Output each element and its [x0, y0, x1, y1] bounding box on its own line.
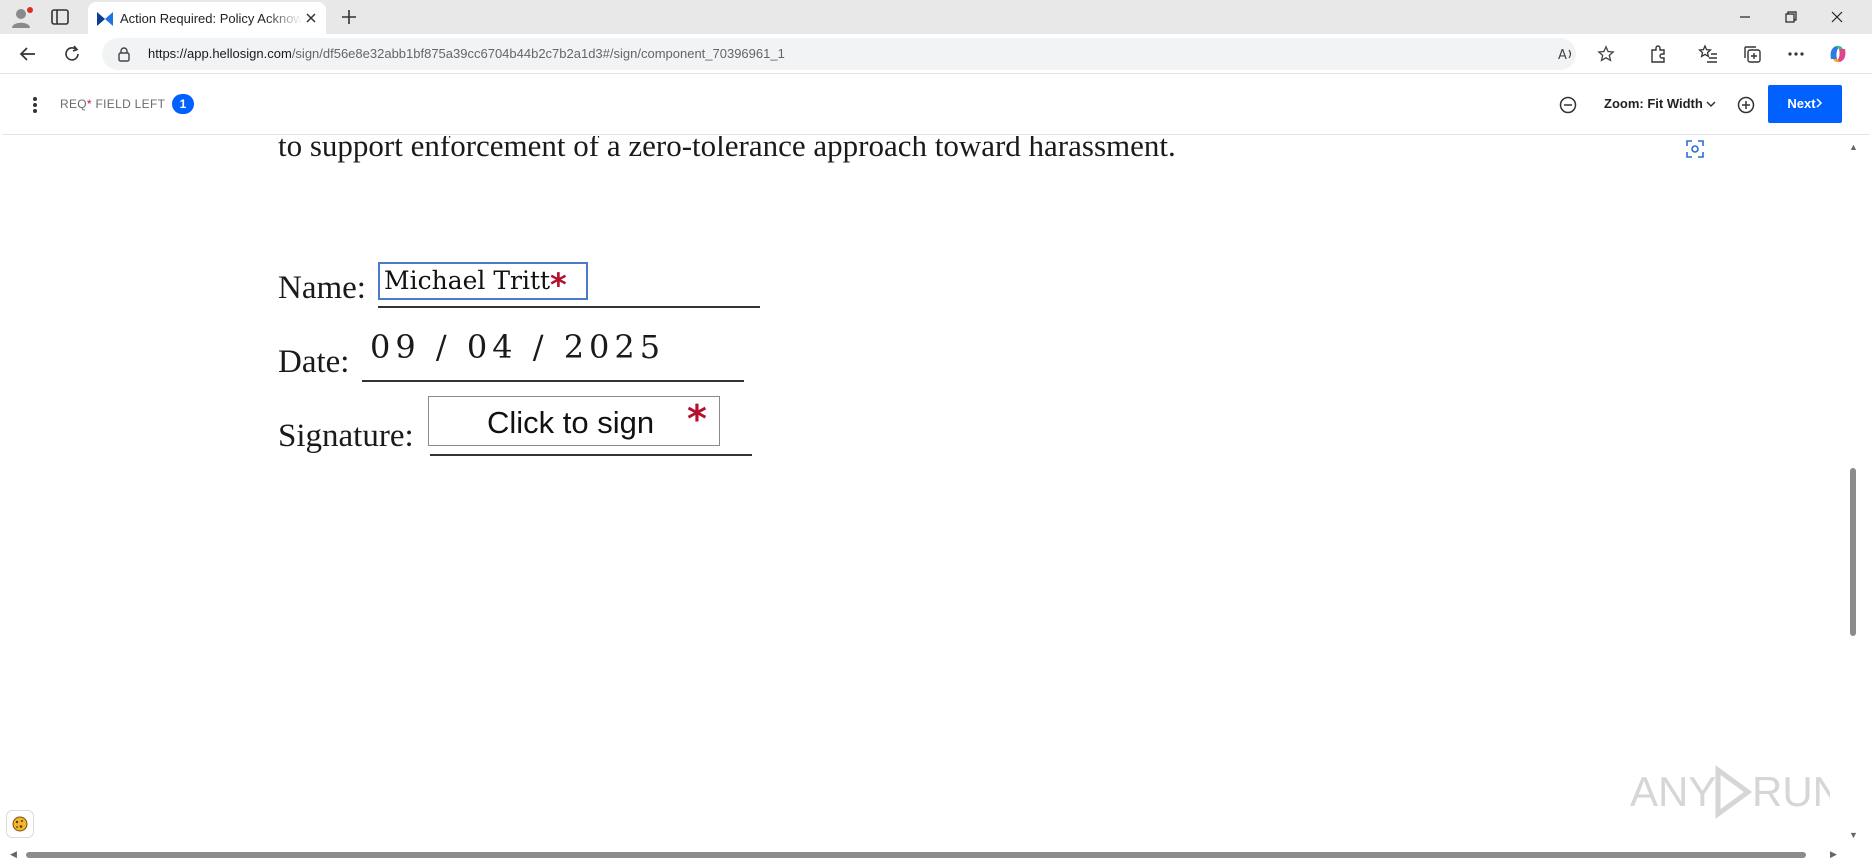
close-icon: [1831, 11, 1843, 23]
svg-text:RUN: RUN: [1752, 768, 1830, 815]
url-path: /sign/df56e8e32abb1bf875a39cc6704b44b2c7…: [291, 46, 785, 61]
document-viewer: to support enforcement of a zero-toleran…: [2, 136, 1846, 848]
restore-button[interactable]: [1768, 0, 1814, 34]
collections-button[interactable]: [1740, 42, 1764, 66]
close-window-button[interactable]: [1814, 0, 1860, 34]
svg-text:ANY: ANY: [1630, 768, 1716, 815]
favorites-list-icon: [1698, 44, 1717, 63]
more-vertical-icon[interactable]: [26, 95, 44, 115]
zoom-dropdown[interactable]: Zoom: Fit Width: [1604, 96, 1716, 111]
required-fields-label: REQ* FIELD LEFT: [60, 97, 165, 111]
favorite-star-icon[interactable]: [1596, 44, 1616, 64]
date-underline: [362, 380, 744, 382]
date-value: 09 / 04 / 2025: [370, 328, 666, 366]
collections-icon: [1744, 46, 1761, 63]
next-button[interactable]: Next: [1768, 85, 1842, 123]
reload-button[interactable]: [60, 42, 84, 66]
signature-label: Signature:: [278, 418, 414, 454]
scroll-right-icon[interactable]: ▶: [1830, 849, 1837, 860]
name-required-mark: *: [550, 266, 567, 304]
fit-to-screen-icon[interactable]: [1682, 136, 1708, 162]
click-to-sign-label: Click to sign: [487, 405, 655, 440]
scroll-up-icon[interactable]: ▲: [1849, 142, 1858, 152]
scroll-down-icon[interactable]: ▼: [1849, 830, 1858, 840]
favorites-button[interactable]: [1696, 42, 1720, 66]
back-arrow-icon: [19, 47, 35, 61]
reload-icon: [65, 45, 79, 61]
signing-toolbar: REQ* FIELD LEFT 1 Zoom: Fit Width Next: [2, 75, 1870, 135]
close-tab-icon[interactable]: [304, 11, 318, 25]
minimize-icon: [1740, 16, 1750, 18]
svg-text:A: A: [1558, 48, 1567, 63]
signature-required-mark: *: [687, 397, 707, 441]
back-button[interactable]: [16, 42, 40, 66]
next-label: Next: [1787, 96, 1816, 111]
tab-actions-icon[interactable]: [48, 6, 72, 28]
settings-more-button[interactable]: [1784, 42, 1808, 66]
lock-icon[interactable]: [116, 46, 132, 62]
puzzle-icon: [1651, 45, 1665, 63]
url-host: https://app.hellosign.com: [148, 46, 292, 61]
name-label: Name:: [278, 270, 366, 306]
browser-tab-active[interactable]: Action Required: Policy Acknowledgement: [88, 2, 326, 34]
address-bar[interactable]: https://app.hellosign.com/sign/df56e8e32…: [102, 38, 1615, 70]
vertical-scrollbar[interactable]: ▲ ▼: [1846, 136, 1860, 848]
hellosign-favicon-icon: [97, 12, 113, 26]
horizontal-scrollbar[interactable]: ◀ ▶: [2, 848, 1846, 862]
url-text[interactable]: https://app.hellosign.com/sign/df56e8e32…: [148, 46, 785, 61]
vertical-scroll-thumb[interactable]: [1850, 468, 1856, 636]
read-aloud-icon[interactable]: A: [1556, 44, 1576, 64]
required-count-badge: 1: [172, 94, 194, 114]
req-suffix: FIELD LEFT: [91, 97, 166, 111]
chevron-right-icon: [1816, 98, 1822, 108]
minimize-button[interactable]: [1722, 0, 1768, 34]
name-underline: [378, 306, 760, 308]
browser-toolbar: https://app.hellosign.com/sign/df56e8e32…: [0, 34, 1872, 74]
zoom-out-icon[interactable]: [1558, 95, 1578, 115]
name-input[interactable]: Michael Tritt *: [378, 262, 588, 304]
scroll-left-icon[interactable]: ◀: [10, 849, 17, 860]
tab-title: Action Required: Policy Acknowledgement: [120, 11, 302, 26]
zoom-in-icon[interactable]: [1736, 95, 1756, 115]
browser-tab-strip: Action Required: Policy Acknowledgement: [0, 0, 1872, 34]
profile-icon[interactable]: [10, 6, 34, 30]
req-prefix: REQ: [60, 97, 87, 111]
new-tab-icon[interactable]: [338, 6, 360, 28]
zoom-label-text: Zoom: Fit Width: [1604, 96, 1703, 111]
name-value: Michael Tritt: [384, 266, 551, 295]
cookie-icon: [12, 816, 28, 832]
signature-field[interactable]: Click to sign *: [428, 396, 720, 446]
anyrun-watermark-logo: ANY RUN: [1630, 765, 1830, 819]
date-label: Date:: [278, 344, 350, 380]
copilot-icon: [1830, 45, 1846, 63]
document-paragraph: to support enforcement of a zero-toleran…: [278, 136, 1176, 163]
chevron-down-icon: [1706, 101, 1716, 108]
signature-underline: [430, 454, 752, 456]
more-horizontal-icon: [1788, 52, 1804, 56]
cookie-settings-button[interactable]: [6, 810, 34, 838]
extensions-button[interactable]: [1646, 42, 1670, 66]
copilot-button[interactable]: [1826, 42, 1850, 66]
restore-icon: [1785, 11, 1797, 23]
horizontal-scroll-thumb[interactable]: [26, 852, 1806, 858]
